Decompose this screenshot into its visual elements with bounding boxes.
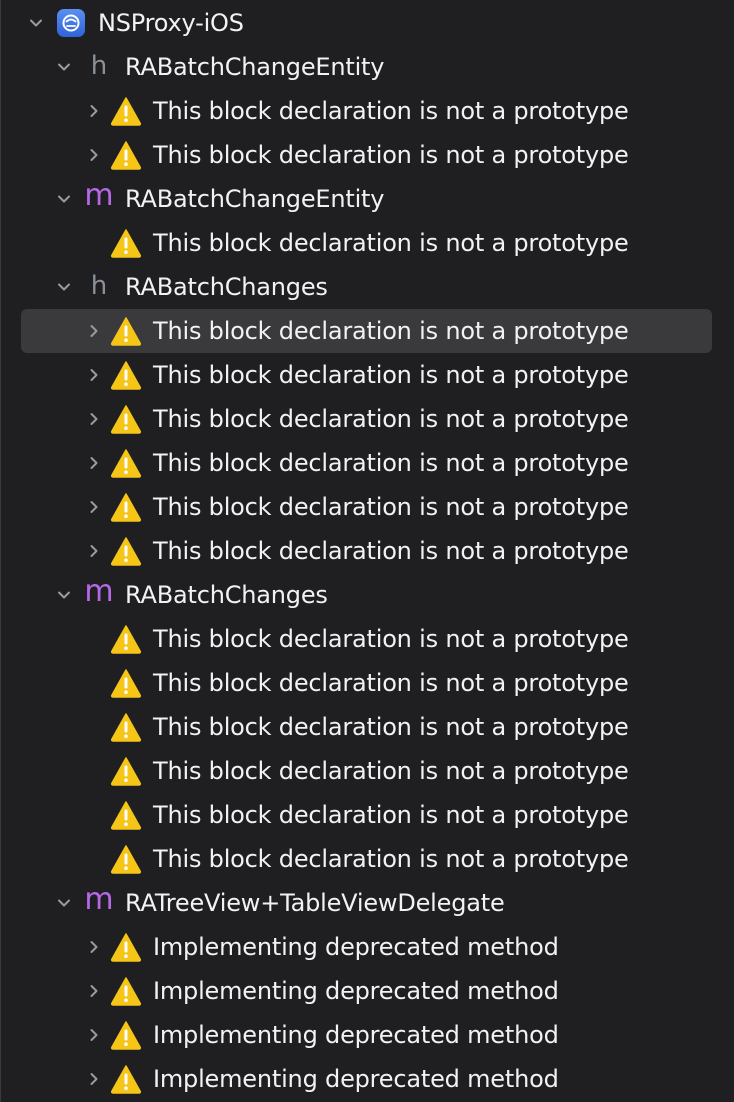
issue-row[interactable]: This block declaration is not a prototyp…: [1, 397, 734, 441]
warning-icon: [110, 624, 142, 654]
issue-row[interactable]: This block declaration is not a prototyp…: [1, 441, 734, 485]
file-row[interactable]: m RATreeView+TableViewDelegate: [1, 881, 734, 925]
chevron-down-icon[interactable]: [57, 60, 71, 74]
issue-row[interactable]: This block declaration is not a prototyp…: [1, 221, 734, 265]
issue-message: This block declaration is not a prototyp…: [153, 493, 629, 521]
project-row[interactable]: NSProxy-iOS: [1, 1, 734, 45]
issue-tree: h RABatchChangeEntity This block declarati…: [1, 45, 734, 1101]
file-name: RATreeView+TableViewDelegate: [125, 889, 505, 917]
issue-message: This block declaration is not a prototyp…: [153, 97, 629, 125]
issue-row[interactable]: This block declaration is not a prototyp…: [1, 485, 734, 529]
warning-icon: [110, 536, 142, 566]
issue-message: This block declaration is not a prototyp…: [153, 625, 629, 653]
issue-message: This block declaration is not a prototyp…: [153, 361, 629, 389]
project-name: NSProxy-iOS: [98, 9, 244, 37]
file-name: RABatchChanges: [125, 581, 328, 609]
warning-icon: [110, 448, 142, 478]
issue-row[interactable]: This block declaration is not a prototyp…: [1, 617, 734, 661]
warning-icon: [110, 360, 142, 390]
warning-icon: [110, 492, 142, 522]
warning-icon: [110, 96, 142, 126]
issue-row[interactable]: This block declaration is not a prototyp…: [1, 661, 734, 705]
warning-icon: [110, 756, 142, 786]
warning-icon: [110, 1064, 142, 1094]
issue-message: This block declaration is not a prototyp…: [153, 449, 629, 477]
issue-message: This block declaration is not a prototyp…: [153, 845, 629, 873]
file-row[interactable]: h RABatchChanges: [1, 265, 734, 309]
warning-icon: [110, 140, 142, 170]
issue-message: This block declaration is not a prototyp…: [153, 757, 629, 785]
warning-icon: [110, 800, 142, 830]
issue-row[interactable]: This block declaration is not a prototyp…: [1, 705, 734, 749]
issue-message: This block declaration is not a prototyp…: [153, 405, 629, 433]
issue-row[interactable]: This block declaration is not a prototyp…: [1, 133, 734, 177]
file-name: RABatchChangeEntity: [125, 53, 385, 81]
chevron-down-icon[interactable]: [29, 16, 43, 30]
warning-icon: [110, 844, 142, 874]
issue-row[interactable]: This block declaration is not a prototyp…: [1, 353, 734, 397]
issue-row[interactable]: This block declaration is not a prototyp…: [1, 89, 734, 133]
issue-message: Implementing deprecated method: [153, 977, 559, 1005]
file-row[interactable]: m RABatchChanges: [1, 573, 734, 617]
chevron-right-icon[interactable]: [87, 456, 101, 470]
issue-message: Implementing deprecated method: [153, 933, 559, 961]
issue-message: This block declaration is not a prototyp…: [153, 669, 629, 697]
issue-row[interactable]: This block declaration is not a prototyp…: [1, 309, 734, 353]
chevron-right-icon[interactable]: [87, 148, 101, 162]
chevron-right-icon[interactable]: [87, 324, 101, 338]
chevron-right-icon[interactable]: [87, 940, 101, 954]
chevron-right-icon[interactable]: [87, 104, 101, 118]
issue-message: Implementing deprecated method: [153, 1021, 559, 1049]
issue-message: This block declaration is not a prototyp…: [153, 317, 629, 345]
warning-icon: [110, 316, 142, 346]
issue-message: This block declaration is not a prototyp…: [153, 229, 629, 257]
issue-message: This block declaration is not a prototyp…: [153, 713, 629, 741]
chevron-right-icon[interactable]: [87, 412, 101, 426]
chevron-down-icon[interactable]: [57, 280, 71, 294]
issue-row[interactable]: This block declaration is not a prototyp…: [1, 749, 734, 793]
file-row[interactable]: m RABatchChangeEntity: [1, 177, 734, 221]
implementation-file-icon: m: [84, 882, 114, 917]
implementation-file-icon: m: [84, 178, 114, 213]
chevron-right-icon[interactable]: [87, 500, 101, 514]
chevron-right-icon[interactable]: [87, 1072, 101, 1086]
chevron-right-icon[interactable]: [87, 1028, 101, 1042]
header-file-icon: h: [90, 271, 108, 301]
chevron-down-icon[interactable]: [57, 192, 71, 206]
header-file-icon: h: [90, 51, 108, 81]
warning-icon: [110, 1020, 142, 1050]
warning-icon: [110, 932, 142, 962]
implementation-file-icon: m: [84, 574, 114, 609]
warning-icon: [110, 712, 142, 742]
warning-icon: [110, 228, 142, 258]
chevron-right-icon[interactable]: [87, 544, 101, 558]
issue-row[interactable]: This block declaration is not a prototyp…: [1, 837, 734, 881]
issue-message: This block declaration is not a prototyp…: [153, 801, 629, 829]
warning-icon: [110, 976, 142, 1006]
issue-row[interactable]: Implementing deprecated method: [1, 1057, 734, 1101]
chevron-down-icon[interactable]: [57, 896, 71, 910]
issue-row[interactable]: This block declaration is not a prototyp…: [1, 793, 734, 837]
file-row[interactable]: h RABatchChangeEntity: [1, 45, 734, 89]
chevron-down-icon[interactable]: [57, 588, 71, 602]
issue-row[interactable]: This block declaration is not a prototyp…: [1, 529, 734, 573]
issue-row[interactable]: Implementing deprecated method: [1, 969, 734, 1013]
warning-icon: [110, 668, 142, 698]
chevron-right-icon[interactable]: [87, 984, 101, 998]
issue-navigator: NSProxy-iOS h RABatchChangeEntity This blo…: [0, 0, 734, 1102]
warning-icon: [110, 404, 142, 434]
issue-message: This block declaration is not a prototyp…: [153, 537, 629, 565]
issue-row[interactable]: Implementing deprecated method: [1, 925, 734, 969]
issue-message: This block declaration is not a prototyp…: [153, 141, 629, 169]
file-name: RABatchChangeEntity: [125, 185, 385, 213]
issue-row[interactable]: Implementing deprecated method: [1, 1013, 734, 1057]
chevron-right-icon[interactable]: [87, 368, 101, 382]
xcode-project-icon: [57, 9, 85, 37]
issue-message: Implementing deprecated method: [153, 1065, 559, 1093]
file-name: RABatchChanges: [125, 273, 328, 301]
